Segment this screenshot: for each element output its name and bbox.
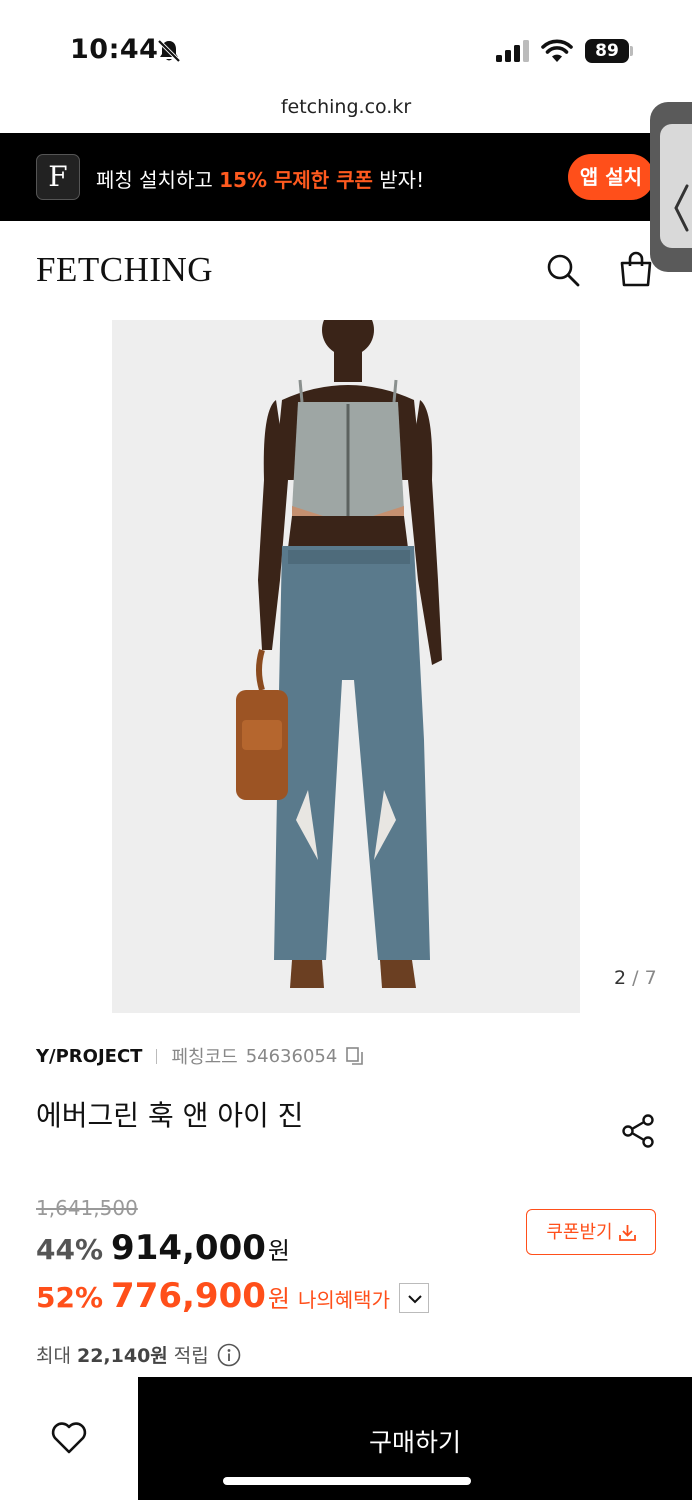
points-suffix: 적립	[173, 1345, 209, 1367]
sale-price: 914,000	[111, 1228, 266, 1268]
benefit-price: 776,900	[111, 1276, 266, 1316]
install-app-button[interactable]: 앱 설치	[568, 154, 654, 200]
battery-tip	[630, 46, 633, 56]
benefit-discount-rate: 52%	[36, 1281, 104, 1314]
get-coupon-button[interactable]: 쿠폰받기	[526, 1209, 656, 1255]
search-icon[interactable]	[545, 252, 581, 288]
image-counter-total: 7	[644, 967, 657, 989]
download-icon	[618, 1224, 636, 1241]
info-icon[interactable]	[217, 1343, 241, 1367]
promo-text-highlight: 15% 무제한 쿠폰	[219, 168, 373, 192]
fetching-code-label: 페칭코드	[171, 1047, 238, 1068]
benefit-details-toggle[interactable]	[399, 1283, 429, 1313]
product-title: 에버그린 훅 앤 아이 진	[36, 1099, 304, 1132]
points-row: 최대 22,140원 적립	[36, 1341, 241, 1368]
promo-text: 페칭 설치하고 15% 무제한 쿠폰 받자!	[96, 164, 424, 193]
product-photo	[112, 320, 580, 1013]
image-counter-current: 2	[614, 967, 627, 989]
copy-icon[interactable]	[345, 1046, 365, 1066]
browser-url[interactable]: fetching.co.kr	[0, 96, 692, 118]
wishlist-button[interactable]	[0, 1377, 138, 1500]
share-icon[interactable]	[621, 1113, 657, 1149]
fetching-logo[interactable]: FETCHING	[36, 250, 213, 290]
chevron-down-icon	[408, 1295, 422, 1304]
brand-name[interactable]: Y/PROJECT	[36, 1046, 142, 1067]
benefit-price-row: 52% 776,900 원 나의혜택가	[36, 1276, 390, 1316]
brand-divider	[156, 1048, 158, 1064]
benefit-price-label: 나의혜택가	[297, 1288, 390, 1312]
side-panel-handle[interactable]	[650, 102, 692, 272]
status-bar: 10:44 89 fetching.co.kr	[0, 0, 692, 118]
original-price: 1,641,500	[36, 1196, 138, 1220]
image-counter-separator: /	[626, 967, 645, 989]
app-logo-icon: F	[36, 154, 80, 200]
heart-icon	[51, 1422, 87, 1454]
fetching-code: 54636054	[245, 1045, 338, 1067]
chevron-left-icon	[674, 184, 689, 232]
brand-row: Y/PROJECT 페칭코드 54636054	[36, 1043, 365, 1069]
promo-text-after: 받자!	[372, 168, 425, 192]
image-counter: 2 / 7	[614, 967, 657, 989]
promo-text-before: 페칭 설치하고	[96, 168, 220, 192]
points-prefix: 최대	[36, 1345, 71, 1367]
bag-icon[interactable]	[617, 250, 655, 288]
home-indicator	[223, 1477, 471, 1485]
bell-slash-icon	[157, 39, 181, 63]
wifi-icon	[541, 39, 573, 62]
benefit-price-currency: 원	[267, 1285, 290, 1313]
points-value: 22,140원	[76, 1345, 168, 1367]
discount-rate: 44%	[36, 1233, 104, 1266]
sale-price-row: 44% 914,000 원	[36, 1228, 290, 1268]
side-panel-handle-inner	[660, 124, 692, 248]
signal-icon	[496, 40, 529, 62]
product-image[interactable]	[112, 320, 580, 1013]
coupon-button-label: 쿠폰받기	[546, 1221, 613, 1243]
battery-indicator: 89	[585, 39, 629, 63]
status-time: 10:44	[70, 34, 159, 65]
app-promo-banner[interactable]: F 페칭 설치하고 15% 무제한 쿠폰 받자! 앱 설치	[0, 133, 692, 221]
sale-price-currency: 원	[267, 1237, 290, 1265]
